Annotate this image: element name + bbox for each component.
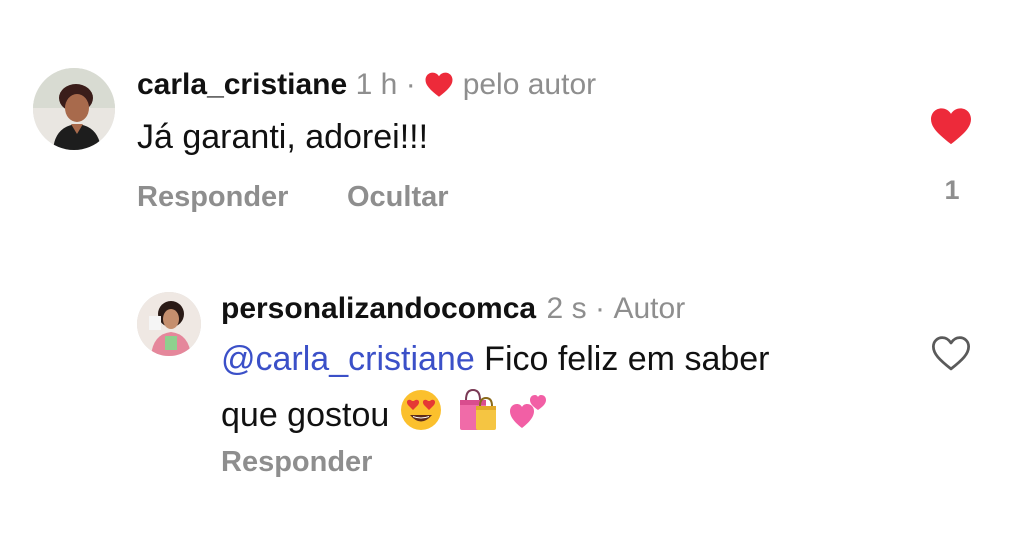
comment-time: 1 h xyxy=(355,68,398,101)
liked-by-author-label: pelo autor xyxy=(462,68,597,101)
reply-header: personalizandocomca 2 s · Autor xyxy=(221,292,685,326)
comment-text: Já garanti, adorei!!! xyxy=(137,118,429,156)
heart-eyes-emoji-icon xyxy=(399,388,443,441)
mention-link[interactable]: @carla_cristiane xyxy=(221,340,475,378)
reply-username[interactable]: personalizandocomca xyxy=(221,292,536,325)
like-button[interactable] xyxy=(929,106,973,146)
reply-button[interactable]: Responder xyxy=(221,446,372,479)
meta-separator: · xyxy=(595,292,606,325)
reply-text-line-2: que gostou xyxy=(221,386,552,441)
reply-time: 2 s xyxy=(546,292,587,325)
profile-photo-icon xyxy=(137,292,201,356)
like-button[interactable] xyxy=(930,334,972,372)
liked-by-author-heart-icon xyxy=(424,71,454,103)
avatar-carla-cristiane[interactable] xyxy=(33,68,115,150)
two-hearts-emoji-icon xyxy=(508,388,552,441)
reply-text-continued: que gostou xyxy=(221,396,399,434)
heart-outline-icon xyxy=(932,336,970,371)
author-badge: Autor xyxy=(613,292,686,325)
reply-text: Fico feliz em saber xyxy=(474,340,770,378)
profile-photo-icon xyxy=(33,68,115,150)
comment-header: carla_cristiane 1 h · pelo autor xyxy=(137,68,596,103)
avatar-personalizandocomca[interactable] xyxy=(137,292,201,356)
reply-button[interactable]: Responder xyxy=(137,181,288,214)
like-count: 1 xyxy=(944,175,960,205)
shopping-bags-emoji-icon xyxy=(452,386,498,441)
hide-button[interactable]: Ocultar xyxy=(347,181,449,214)
heart-filled-icon xyxy=(931,108,971,145)
meta-separator: · xyxy=(405,68,416,101)
comment-username[interactable]: carla_cristiane xyxy=(137,68,347,101)
reply-text-line-1: @carla_cristiane Fico feliz em saber xyxy=(221,340,770,379)
